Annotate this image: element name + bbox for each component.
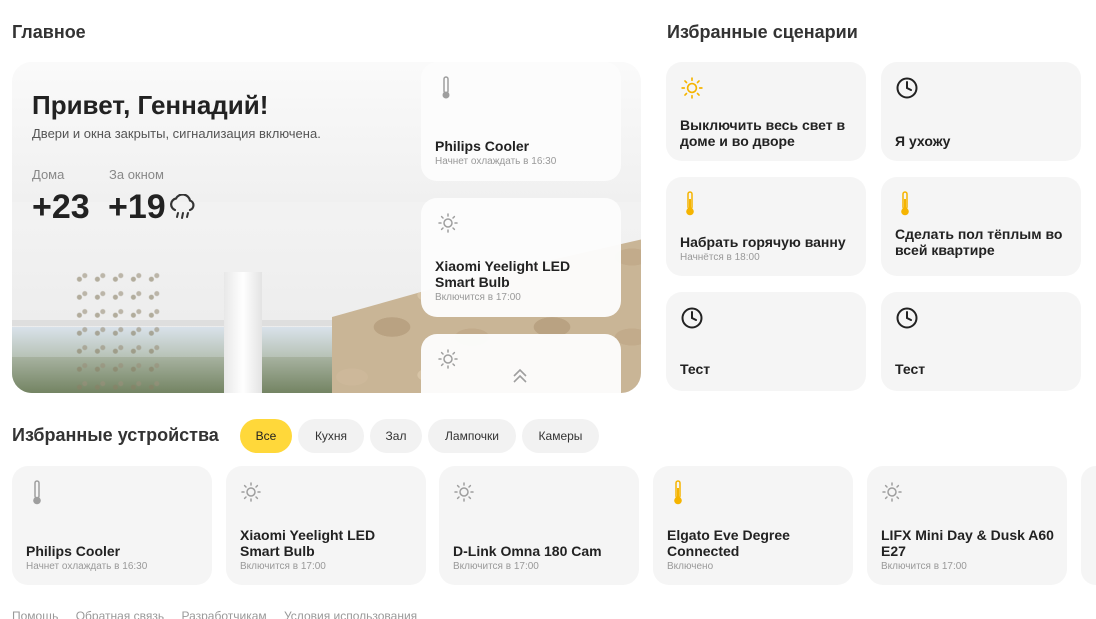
sun-icon [241,482,261,502]
hero-pillar [224,272,262,393]
scenario-label: Набрать горячую ванну [680,234,846,250]
thermometer-icon [901,191,909,216]
sun-icon [681,77,703,99]
device-name: Xiaomi Yeelight LED Smart Bulb [435,258,571,290]
scenario-label: Тест [895,361,926,377]
device-card[interactable]: Elgato Eve Degree Connected Включено [653,466,853,585]
clock-icon [896,307,918,329]
sun-icon [438,213,458,233]
device-status: Включится в 17:00 [435,292,521,303]
scenario-card[interactable]: Набрать горячую ванну Начнётся в 18:00 [666,177,866,276]
device-status: Включится в 17:00 [453,561,539,572]
device-name: Elgato Eve Degree Connected [667,527,790,559]
tab-bulbs[interactable]: Лампочки [428,419,516,453]
device-name: Philips Cooler [435,138,530,154]
home-temp-value: +23 [32,188,90,226]
device-card[interactable]: LIFX Mini Day & Dusk A60 E27 Включится в… [867,466,1067,585]
cloud-rain-icon [170,194,195,219]
hero-window-frame [12,320,352,326]
hero-device-card[interactable]: Philips Cooler Начнет охлаждать в 16:30 [421,62,621,181]
scenarios-title: Избранные сценарии [667,22,858,42]
scenario-card[interactable]: Сделать пол тёплым во всей квартире [881,177,1081,276]
thermometer-icon [686,191,694,216]
hero-plant [74,272,164,392]
device-status: Начнет охлаждать в 16:30 [435,156,557,167]
devices-title: Избранные устройства [12,425,219,445]
device-card[interactable]: D-Link Omna 180 Cam Включится в 17:00 [439,466,639,585]
outside-temp-value: +19 [108,188,166,226]
thermometer-icon [33,480,41,505]
footer-link-terms[interactable]: Условия использования [284,609,417,619]
device-card[interactable]: Philips Cooler Начнет охлаждать в 16:30 [12,466,212,585]
device-card[interactable]: Xiaomi Yeelight LED Smart Bulb Включится… [226,466,426,585]
device-status: Включено [667,561,714,572]
tab-kitchen[interactable]: Кухня [298,419,364,453]
device-name: LIFX Mini Day & Dusk A60 E27 [881,527,1054,559]
device-name: Philips Cooler [26,543,121,559]
thermometer-icon [442,76,450,99]
footer-link-developers[interactable]: Разработчикам [181,609,266,619]
main-title: Главное [12,22,86,42]
home-temp-label: Дома [32,167,65,182]
hero-hills [12,357,352,393]
clock-icon [681,307,703,329]
scenario-label: Я ухожу [895,133,951,149]
clock-icon [896,77,918,99]
device-name: Xiaomi Yeelight LED Smart Bulb [240,527,376,559]
tab-all[interactable]: Все [240,419,292,453]
hero-device-card[interactable]: Xiaomi Yeelight LED Smart Bulb Включится… [421,198,621,317]
scenario-label: Выключить весь свет в доме и во дворе [680,117,846,149]
tab-hall[interactable]: Зал [370,419,422,453]
hero-device-card-partial[interactable] [421,334,621,393]
chevron-up-double-icon[interactable] [512,368,528,384]
footer-link-feedback[interactable]: Обратная связь [76,609,164,619]
thermometer-icon [674,480,682,505]
sun-icon [438,349,458,369]
scenario-label: Сделать пол тёплым во всей квартире [895,226,1063,258]
scenario-status: Начнётся в 18:00 [680,252,760,263]
security-status: Двери и окна закрыты, сигнализация включ… [32,126,321,141]
scenario-label: Тест [680,361,711,377]
device-card-partial[interactable] [1081,466,1096,585]
tab-cameras[interactable]: Камеры [522,419,599,453]
scenario-card[interactable]: Выключить весь свет в доме и во дворе [666,62,866,161]
greeting: Привет, Геннадий! [32,90,269,120]
device-status: Включится в 17:00 [240,561,326,572]
scenario-card[interactable]: Тест [666,292,866,391]
outside-temp-label: За окном [109,167,164,182]
scenario-card[interactable]: Я ухожу [881,62,1081,161]
footer-link-help[interactable]: Помощь [12,609,58,619]
sun-icon [454,482,474,502]
sun-icon [882,482,902,502]
device-status: Начнет охлаждать в 16:30 [26,561,148,572]
footer-links: Помощь Обратная связь Разработчикам Усло… [12,609,431,619]
device-status: Включится в 17:00 [881,561,967,572]
device-name: D-Link Omna 180 Cam [453,543,602,559]
scenario-card[interactable]: Тест [881,292,1081,391]
